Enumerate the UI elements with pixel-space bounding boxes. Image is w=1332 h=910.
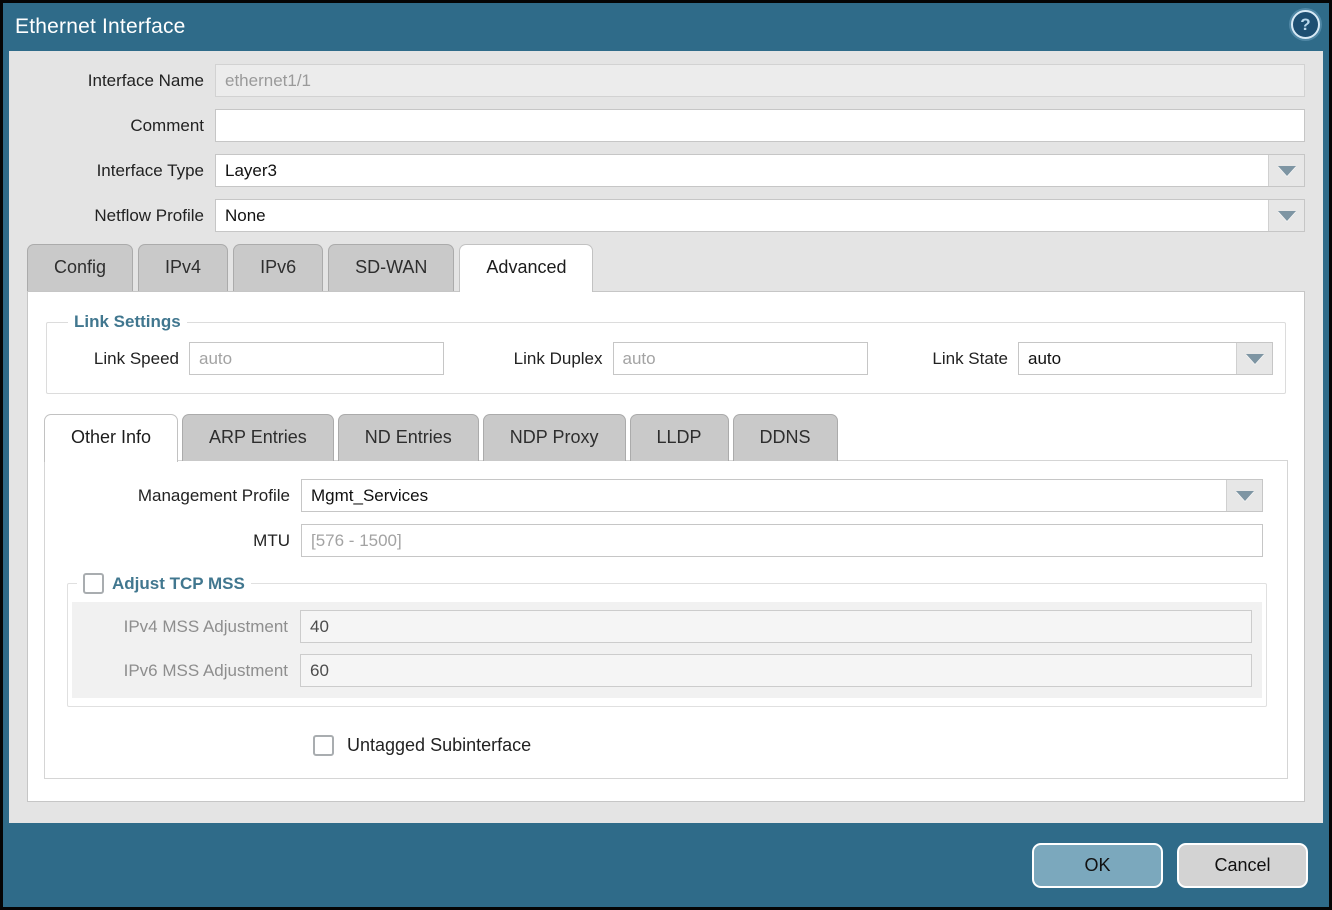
link-speed-field[interactable] bbox=[189, 342, 444, 375]
subtab-ndp-proxy[interactable]: NDP Proxy bbox=[483, 414, 626, 461]
link-speed-label: Link Speed bbox=[59, 349, 189, 369]
tab-config[interactable]: Config bbox=[27, 244, 133, 291]
link-settings-fieldset: Link Settings Link Speed Link Duplex Lin… bbox=[46, 312, 1286, 394]
comment-label: Comment bbox=[27, 116, 215, 136]
mtu-label: MTU bbox=[45, 531, 301, 551]
netflow-profile-row: Netflow Profile None bbox=[27, 199, 1305, 232]
adjust-tcp-mss-fieldset: Adjust TCP MSS IPv4 MSS Adjustment IPv6 … bbox=[67, 573, 1267, 707]
comment-row: Comment bbox=[27, 109, 1305, 142]
comment-field[interactable] bbox=[215, 109, 1305, 142]
tab-ipv6[interactable]: IPv6 bbox=[233, 244, 323, 291]
ok-button[interactable]: OK bbox=[1032, 843, 1163, 888]
help-icon[interactable]: ? bbox=[1291, 10, 1320, 39]
advanced-panel: Link Settings Link Speed Link Duplex Lin… bbox=[27, 291, 1305, 802]
link-duplex-group: Link Duplex bbox=[495, 342, 868, 375]
advanced-subtabs: Other Info ARP Entries ND Entries NDP Pr… bbox=[44, 414, 1288, 461]
ipv6-mss-field bbox=[300, 654, 1252, 687]
cancel-button[interactable]: Cancel bbox=[1177, 843, 1308, 888]
subtab-nd-entries[interactable]: ND Entries bbox=[338, 414, 479, 461]
chevron-down-icon bbox=[1246, 354, 1264, 364]
tab-sdwan[interactable]: SD-WAN bbox=[328, 244, 454, 291]
chevron-down-icon bbox=[1236, 491, 1254, 501]
ipv4-mss-row: IPv4 MSS Adjustment bbox=[72, 610, 1262, 643]
adjust-tcp-mss-legend: Adjust TCP MSS bbox=[112, 574, 245, 594]
link-speed-group: Link Speed bbox=[59, 342, 444, 375]
ethernet-interface-dialog: Ethernet Interface ? Interface Name Comm… bbox=[0, 0, 1332, 910]
link-duplex-field[interactable] bbox=[613, 342, 868, 375]
adjust-tcp-mss-checkbox[interactable] bbox=[83, 573, 104, 594]
management-profile-value: Mgmt_Services bbox=[302, 480, 1226, 511]
subtab-ddns[interactable]: DDNS bbox=[733, 414, 838, 461]
link-state-group: Link State auto bbox=[918, 342, 1273, 375]
interface-name-label: Interface Name bbox=[27, 71, 215, 91]
mss-disabled-block: IPv4 MSS Adjustment IPv6 MSS Adjustment bbox=[72, 602, 1262, 698]
tab-advanced[interactable]: Advanced bbox=[459, 244, 593, 292]
subtab-lldp[interactable]: LLDP bbox=[630, 414, 729, 461]
link-state-dropdown-button[interactable] bbox=[1236, 343, 1272, 374]
chevron-down-icon bbox=[1278, 166, 1296, 176]
titlebar: Ethernet Interface ? bbox=[3, 3, 1329, 51]
untagged-subinterface-checkbox[interactable] bbox=[313, 735, 334, 756]
link-state-select[interactable]: auto bbox=[1018, 342, 1273, 375]
untagged-subinterface-row: Untagged Subinterface bbox=[313, 735, 1275, 756]
management-profile-label: Management Profile bbox=[45, 486, 301, 506]
chevron-down-icon bbox=[1278, 211, 1296, 221]
dialog-content: Interface Name Comment Interface Type La… bbox=[9, 51, 1323, 823]
management-profile-select[interactable]: Mgmt_Services bbox=[301, 479, 1263, 512]
netflow-profile-label: Netflow Profile bbox=[27, 206, 215, 226]
tab-ipv4[interactable]: IPv4 bbox=[138, 244, 228, 291]
interface-type-row: Interface Type Layer3 bbox=[27, 154, 1305, 187]
link-state-value: auto bbox=[1019, 343, 1236, 374]
management-profile-row: Management Profile Mgmt_Services bbox=[45, 479, 1275, 512]
untagged-subinterface-label: Untagged Subinterface bbox=[347, 735, 531, 756]
dialog-footer: OK Cancel bbox=[3, 823, 1329, 907]
link-settings-legend: Link Settings bbox=[68, 312, 187, 332]
mtu-field[interactable] bbox=[301, 524, 1263, 557]
subtab-other-info[interactable]: Other Info bbox=[44, 414, 178, 462]
main-tabs: Config IPv4 IPv6 SD-WAN Advanced bbox=[27, 244, 1305, 291]
interface-type-select[interactable]: Layer3 bbox=[215, 154, 1305, 187]
interface-name-field bbox=[215, 64, 1305, 97]
netflow-profile-dropdown-button[interactable] bbox=[1268, 200, 1304, 231]
interface-type-label: Interface Type bbox=[27, 161, 215, 181]
other-info-panel: Management Profile Mgmt_Services MTU bbox=[44, 460, 1288, 779]
ipv4-mss-label: IPv4 MSS Adjustment bbox=[72, 617, 300, 637]
netflow-profile-select[interactable]: None bbox=[215, 199, 1305, 232]
link-state-label: Link State bbox=[918, 349, 1018, 369]
dialog-title: Ethernet Interface bbox=[15, 15, 186, 39]
ipv4-mss-field bbox=[300, 610, 1252, 643]
link-duplex-label: Link Duplex bbox=[495, 349, 613, 369]
mtu-row: MTU bbox=[45, 524, 1275, 557]
ipv6-mss-label: IPv6 MSS Adjustment bbox=[72, 661, 300, 681]
management-profile-dropdown-button[interactable] bbox=[1226, 480, 1262, 511]
interface-name-row: Interface Name bbox=[27, 64, 1305, 97]
interface-type-dropdown-button[interactable] bbox=[1268, 155, 1304, 186]
subtab-arp-entries[interactable]: ARP Entries bbox=[182, 414, 334, 461]
netflow-profile-value: None bbox=[216, 200, 1268, 231]
interface-type-value: Layer3 bbox=[216, 155, 1268, 186]
ipv6-mss-row: IPv6 MSS Adjustment bbox=[72, 654, 1262, 687]
